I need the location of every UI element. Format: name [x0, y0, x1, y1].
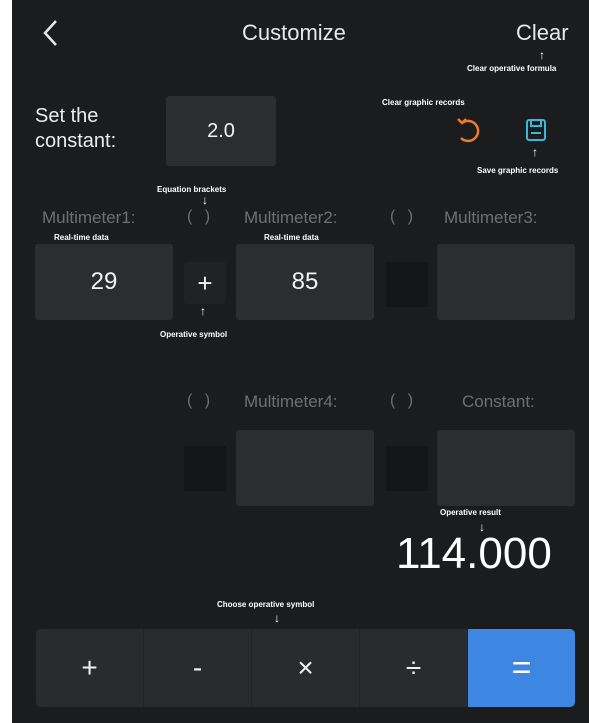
annotation-clear-graphic: Clear graphic records: [382, 98, 465, 107]
customize-screen: Customize Clear ↑ Clear operative formul…: [12, 0, 589, 723]
plus-key[interactable]: +: [36, 629, 144, 707]
operator-slot[interactable]: [386, 446, 428, 491]
operator-slot[interactable]: [184, 446, 226, 491]
operator-slot[interactable]: +: [184, 262, 226, 304]
annotation-arrow: ↑: [532, 145, 538, 159]
multimeter1-box[interactable]: 29: [35, 244, 173, 320]
constant-value: 2.0: [207, 119, 235, 142]
bracket-toggle[interactable]: ( ): [187, 392, 214, 410]
multimeter1-label: Multimeter1:: [42, 208, 136, 227]
annotation-clear-formula: Clear operative formula: [467, 64, 557, 73]
undo-icon: [457, 118, 480, 143]
divide-key[interactable]: ÷: [360, 629, 468, 707]
annotation-arrow: ↓: [202, 193, 208, 207]
bracket-toggle[interactable]: ( ): [390, 208, 417, 226]
annotation-arrow: ↓: [274, 611, 280, 625]
annotation-arrow: ↑: [539, 48, 545, 62]
annotation-operative-result: Operative result: [440, 508, 501, 517]
minus-key[interactable]: -: [144, 629, 252, 707]
equals-key[interactable]: =: [468, 629, 575, 707]
back-button[interactable]: [40, 18, 70, 48]
constant-label: Set the constant:: [35, 104, 116, 154]
annotation-arrow: ↑: [200, 304, 206, 318]
multimeter2-label: Multimeter2:: [244, 208, 338, 227]
multiply-key[interactable]: ×: [252, 629, 360, 707]
page-title: Customize: [242, 20, 346, 45]
multimeter4-box[interactable]: [236, 430, 374, 506]
clear-formula-button[interactable]: Clear: [516, 20, 569, 46]
constant-label-line1: Set the: [35, 105, 99, 127]
bracket-toggle[interactable]: ( ): [390, 392, 417, 410]
chevron-left-icon: [43, 20, 57, 46]
save-icon: [526, 119, 546, 141]
annotation-choose-symbol: Choose operative symbol: [217, 600, 315, 609]
annotation-save-graphic: Save graphic records: [477, 166, 559, 175]
bracket-toggle[interactable]: ( ): [187, 208, 214, 226]
operator-symbol: +: [197, 267, 213, 298]
multimeter4-label: Multimeter4:: [244, 392, 338, 411]
operator-slot[interactable]: [386, 262, 428, 307]
constant-input[interactable]: 2.0: [166, 96, 276, 166]
constant-slot-box[interactable]: [437, 430, 575, 506]
multimeter2-value: 85: [291, 268, 319, 295]
multimeter3-box[interactable]: [437, 244, 575, 320]
constant-label-line2: constant:: [35, 130, 117, 152]
annotation-realtime-data: Real-time data: [54, 233, 109, 242]
multimeter3-label: Multimeter3:: [444, 208, 538, 227]
annotation-equation-brackets: Equation brackets: [157, 185, 227, 194]
multimeter1-value: 29: [90, 268, 118, 295]
clear-graphic-button[interactable]: [452, 114, 484, 146]
operator-keyboard: + - × ÷ =: [36, 629, 575, 707]
save-graphic-button[interactable]: [522, 116, 550, 144]
constant-slot-label: Constant:: [462, 392, 535, 411]
multimeter2-box[interactable]: 85: [236, 244, 374, 320]
annotation-realtime-data: Real-time data: [264, 233, 319, 242]
annotation-operative-symbol: Operative symbol: [160, 330, 228, 339]
operative-result: 114.000: [396, 529, 552, 578]
